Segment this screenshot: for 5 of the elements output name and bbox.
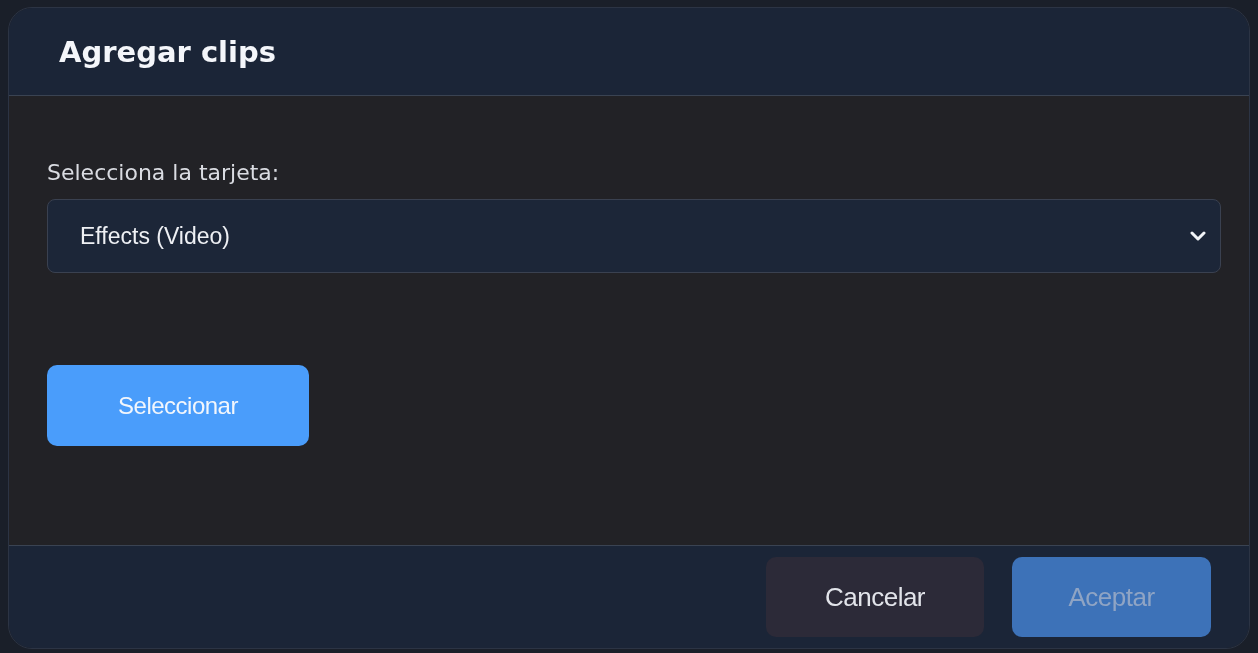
dialog-title: Agregar clips	[59, 34, 276, 69]
card-select[interactable]: Effects (Video)	[47, 199, 1221, 273]
cancel-button[interactable]: Cancelar	[766, 557, 984, 637]
chevron-down-icon	[1190, 230, 1206, 242]
field-label: Selecciona la tarjeta:	[47, 160, 280, 185]
